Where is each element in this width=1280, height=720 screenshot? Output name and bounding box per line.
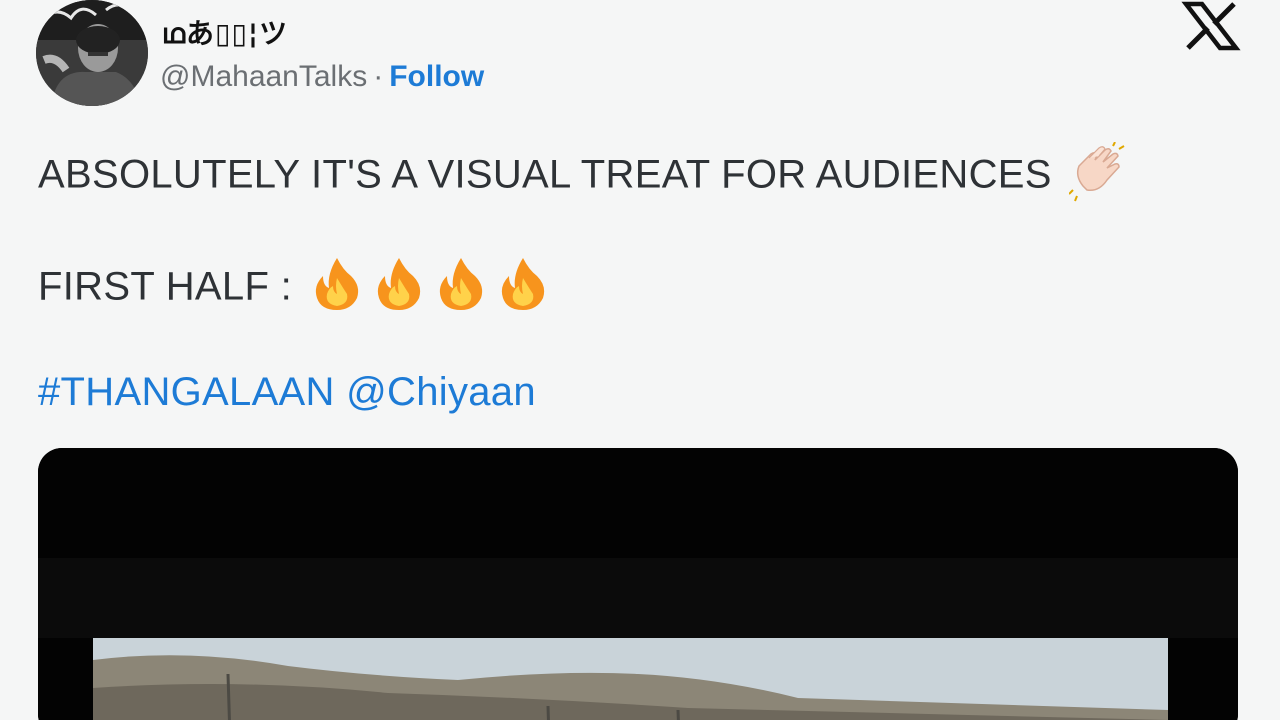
fire-icon (309, 256, 365, 322)
hashtag-link[interactable]: #THANGALAAN (38, 370, 335, 414)
tweet-text-line2: FIRST HALF : (38, 256, 551, 322)
media-image (38, 448, 1238, 720)
separator-dot: · (373, 60, 384, 93)
fire-icon (495, 256, 551, 322)
display-name[interactable]: ഥあ▯▯¦ツ (162, 12, 288, 52)
tweet-text-headline: ABSOLUTELY IT'S A VISUAL TREAT FOR AUDIE… (38, 152, 1052, 197)
handle-row: @MahaanTalks · Follow (160, 60, 484, 94)
avatar[interactable] (36, 0, 148, 106)
tweet-text-line3: #THANGALAAN @Chiyaan (38, 370, 536, 415)
tweet-media[interactable] (38, 448, 1238, 720)
fire-icon (371, 256, 427, 322)
clapping-hands-icon (1068, 141, 1129, 212)
fire-icon (433, 256, 489, 322)
follow-button[interactable]: Follow (389, 60, 484, 93)
tweet-text-line1: ABSOLUTELY IT'S A VISUAL TREAT FOR AUDIE… (38, 141, 1129, 212)
first-half-label: FIRST HALF : (38, 264, 293, 309)
x-logo-icon[interactable] (1180, 0, 1242, 52)
handle[interactable]: @MahaanTalks (160, 60, 367, 93)
mention-link[interactable]: @Chiyaan (346, 370, 536, 414)
tweet-card: ഥあ▯▯¦ツ @MahaanTalks · Follow ABSOLUTELY IT… (0, 0, 1280, 720)
avatar-image (36, 0, 148, 106)
